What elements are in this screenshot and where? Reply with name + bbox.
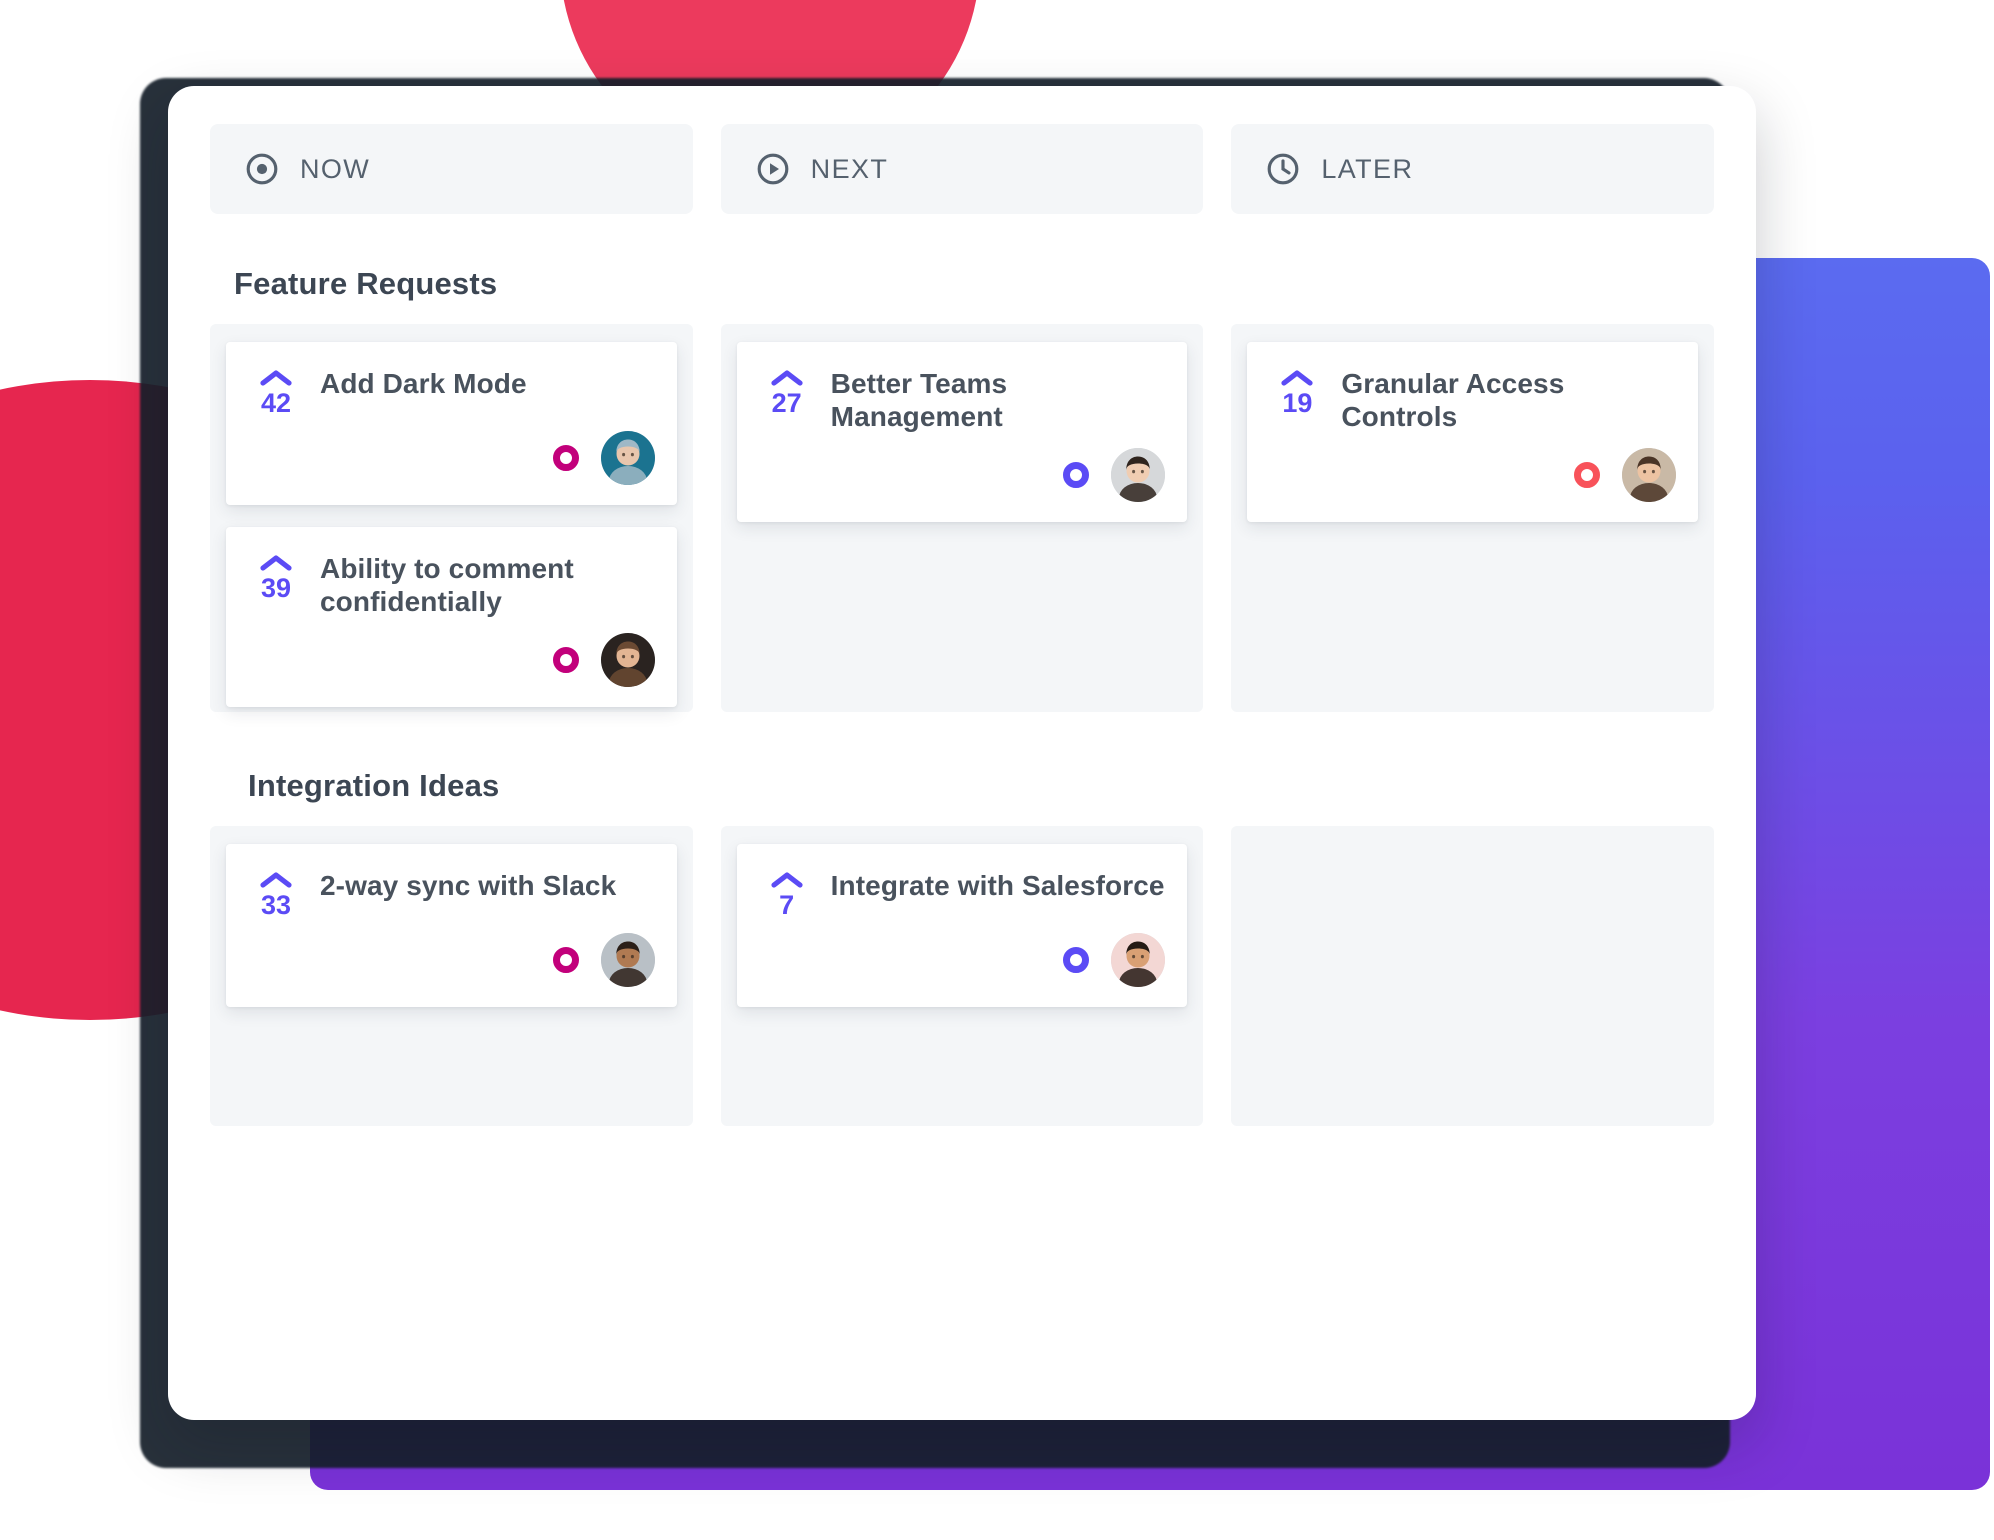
avatar[interactable]: [600, 431, 655, 485]
roadmap-body: NOW NEXT LATER Feature Requests 42 Add Dark …: [210, 124, 1715, 1382]
column-header-row: NOW NEXT LATER: [210, 124, 1715, 214]
idea-card[interactable]: 33 2-way sync with Slack: [226, 844, 677, 1007]
status-badge[interactable]: [552, 445, 579, 471]
idea-card[interactable]: 39 Ability to comment confidentially: [226, 527, 677, 707]
vote-count: 33: [260, 890, 292, 920]
card-footer: [248, 619, 655, 687]
card-top: 42 Add Dark Mode: [248, 366, 655, 417]
card-footer: [759, 919, 1166, 987]
lane-next[interactable]: 7 Integrate with Salesforce: [720, 826, 1204, 1126]
avatar-image: [1111, 447, 1166, 502]
vote-count: 7: [779, 890, 795, 920]
lane-now[interactable]: 42 Add Dark Mode 39 Ability to comment conf…: [210, 324, 693, 712]
lane-later[interactable]: [1231, 826, 1715, 1126]
card-footer: [1269, 434, 1677, 502]
section-title: Integration Ideas: [248, 768, 500, 803]
avatar[interactable]: [600, 933, 655, 987]
upvote-chevron-icon[interactable]: [770, 368, 804, 388]
column-header-label: LATER: [1321, 153, 1414, 184]
lane-later[interactable]: 19 Granular Access Controls: [1231, 324, 1715, 712]
card-top: 33 2-way sync with Slack: [248, 868, 655, 919]
swimlane: 33 2-way sync with Slack 7 Integrate with S…: [210, 826, 1715, 1126]
idea-card[interactable]: 27 Better Teams Management: [736, 342, 1188, 522]
upvote-chevron-icon[interactable]: [259, 553, 293, 573]
card-title: Ability to comment confidentially: [320, 553, 574, 617]
vote-control[interactable]: 33: [248, 868, 304, 919]
roadmap-window: NOW NEXT LATER Feature Requests 42 Add Dark …: [168, 86, 1756, 1420]
vote-count: 19: [1282, 388, 1313, 418]
avatar-image: [1111, 933, 1166, 987]
lane-now[interactable]: 33 2-way sync with Slack: [210, 826, 693, 1126]
status-badge[interactable]: [1063, 461, 1090, 488]
card-footer: [759, 434, 1166, 502]
card-footer: [248, 417, 655, 485]
card-footer: [248, 919, 655, 987]
lane-next[interactable]: 27 Better Teams Management: [720, 324, 1204, 712]
status-badge[interactable]: [1063, 947, 1090, 973]
card-title: Add Dark Mode: [320, 368, 527, 399]
swimlane: 42 Add Dark Mode 39 Ability to comment conf…: [210, 324, 1715, 712]
idea-card[interactable]: 7 Integrate with Salesforce: [736, 844, 1188, 1007]
column-header-now[interactable]: NOW: [210, 124, 693, 214]
avatar[interactable]: [1111, 447, 1166, 502]
avatar[interactable]: [1111, 933, 1166, 987]
avatar-image: [600, 933, 655, 987]
avatar[interactable]: [600, 632, 655, 687]
play-circle-icon: [757, 153, 789, 185]
vote-control[interactable]: 27: [759, 366, 815, 434]
idea-card[interactable]: 42 Add Dark Mode: [226, 342, 677, 505]
card-title: Better Teams Management: [830, 368, 1008, 432]
avatar-image: [600, 632, 655, 687]
upvote-chevron-icon[interactable]: [1280, 368, 1314, 388]
status-badge[interactable]: [552, 646, 579, 673]
vote-count: 42: [260, 388, 292, 418]
card-top: 39 Ability to comment confidentially: [248, 551, 655, 619]
upvote-chevron-icon[interactable]: [259, 368, 293, 388]
status-badge[interactable]: [552, 947, 579, 973]
vote-control[interactable]: 7: [759, 868, 815, 919]
idea-card[interactable]: 19 Granular Access Controls: [1247, 342, 1699, 522]
column-header-label: NOW: [300, 153, 371, 184]
avatar[interactable]: [1622, 447, 1677, 502]
column-header-label: NEXT: [810, 153, 889, 184]
card-top: 19 Granular Access Controls: [1269, 366, 1676, 434]
upvote-chevron-icon[interactable]: [259, 870, 293, 890]
sections-container: Feature Requests 42 Add Dark Mode 39 Ability…: [210, 266, 1715, 1126]
screenshot-stage: NOW NEXT LATER Feature Requests 42 Add Dark …: [0, 0, 1994, 1540]
vote-count: 27: [771, 388, 802, 418]
card-top: 7 Integrate with Salesforce: [759, 868, 1166, 919]
target-circle-icon: [246, 153, 278, 185]
card-title: 2-way sync with Slack: [320, 870, 617, 901]
vote-control[interactable]: 39: [248, 551, 304, 619]
vote-count: 39: [260, 573, 292, 603]
vote-control[interactable]: 42: [248, 366, 304, 417]
section-title: Feature Requests: [234, 266, 498, 301]
avatar-image: [600, 431, 655, 485]
vote-control[interactable]: 19: [1269, 366, 1325, 434]
clock-icon: [1267, 153, 1299, 185]
upvote-chevron-icon[interactable]: [770, 870, 804, 890]
card-top: 27 Better Teams Management: [759, 366, 1166, 434]
status-badge[interactable]: [1574, 461, 1601, 488]
avatar-image: [1622, 447, 1677, 502]
card-title: Granular Access Controls: [1341, 368, 1565, 432]
column-header-later[interactable]: LATER: [1231, 124, 1715, 214]
card-title: Integrate with Salesforce: [830, 870, 1165, 901]
column-header-next[interactable]: NEXT: [720, 124, 1204, 214]
